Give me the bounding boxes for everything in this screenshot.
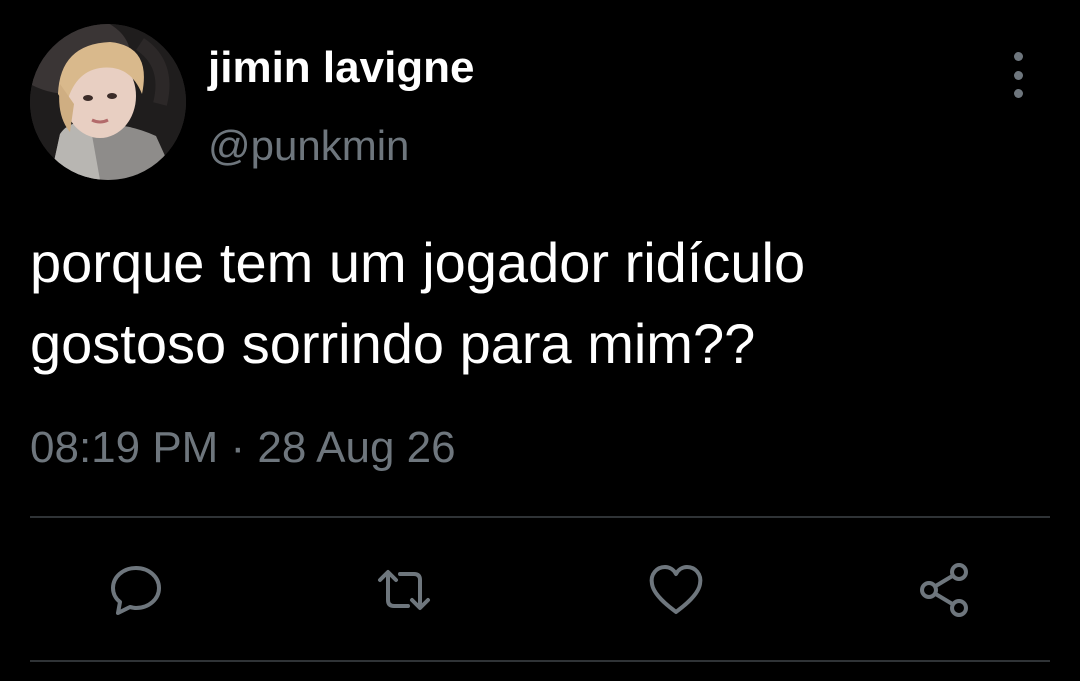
profile-photo (30, 24, 186, 180)
heart-icon (649, 565, 703, 614)
share-nodes-icon (920, 563, 968, 617)
like-button[interactable] (644, 558, 708, 622)
speech-bubble-icon (111, 566, 161, 615)
author-display-name[interactable]: jimin lavigne (208, 42, 475, 94)
share-button[interactable] (912, 558, 976, 622)
tweet-text-line: gostoso sorrindo para mim?? (30, 312, 756, 375)
divider (30, 660, 1050, 662)
tweet-text-line: porque tem um jogador ridículo (30, 231, 806, 294)
more-options-button[interactable] (998, 52, 1038, 98)
tweet-text: porque tem um jogador ridículo gostoso s… (30, 222, 1050, 384)
divider (30, 516, 1050, 518)
avatar[interactable] (30, 24, 186, 180)
more-dot-icon (1013, 89, 1023, 98)
tweet-timestamp[interactable]: 08:19 PM · 28 Aug 26 (30, 420, 456, 476)
author-handle[interactable]: @punkmin (208, 120, 409, 172)
reply-button[interactable] (104, 558, 168, 622)
retweet-arrows-icon (378, 570, 430, 610)
more-dot-icon (1013, 70, 1023, 80)
more-dot-icon (1013, 52, 1023, 61)
retweet-button[interactable] (372, 558, 436, 622)
action-bar (0, 548, 1080, 632)
